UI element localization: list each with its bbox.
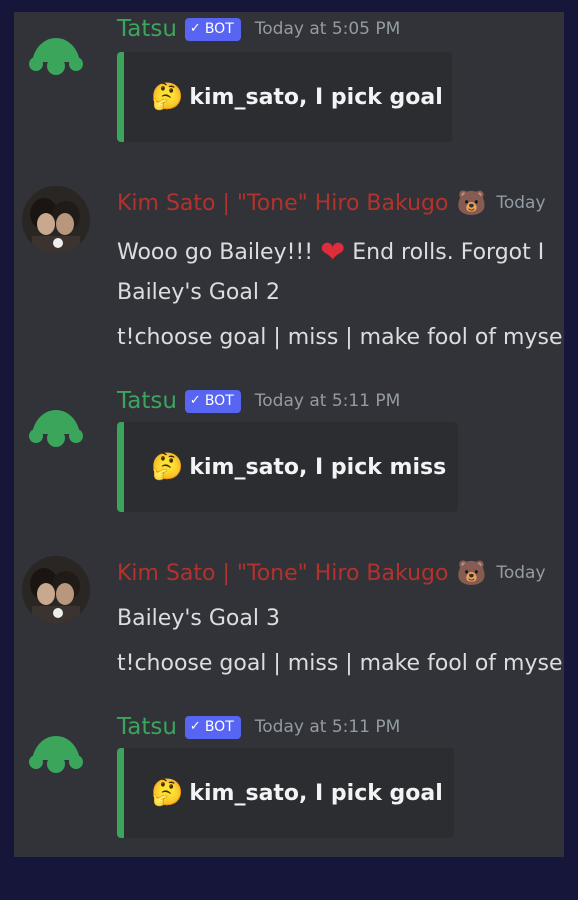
embed-content: 🤔 kim_sato, I pick goal: [151, 52, 443, 142]
bot-badge-label: BOT: [204, 20, 234, 37]
thinking-face-icon: 🤔: [151, 778, 184, 808]
embed: 🤔 kim_sato, I pick miss: [117, 422, 458, 512]
message-header: Tatsu ✓ BOT Today at 5:11 PM: [117, 386, 400, 416]
message-timestamp[interactable]: Today: [496, 193, 545, 213]
embed-content: 🤔 kim_sato, I pick goal: [151, 748, 443, 838]
bot-username[interactable]: Tatsu: [117, 16, 177, 42]
bot-badge: ✓ BOT: [184, 389, 241, 413]
message-line: Bailey's Goal 2: [117, 280, 280, 305]
bot-message: Tatsu ✓ BOT Today at 5:11 PM 🤔 kim_sato, …: [14, 384, 564, 534]
embed-content: 🤔 kim_sato, I pick miss: [151, 422, 446, 512]
message-line: t!choose goal | miss | make fool of myse: [117, 325, 563, 350]
kim-avatar-icon: [22, 556, 90, 624]
message-timestamp[interactable]: Today at 5:11 PM: [255, 717, 401, 737]
verified-check-icon: ✓: [189, 393, 201, 408]
embed-text: kim_sato, I pick miss: [189, 454, 447, 480]
message-header: Tatsu ✓ BOT Today at 5:05 PM: [117, 14, 400, 44]
tatsu-avatar-icon: [22, 716, 90, 784]
bot-badge: ✓ BOT: [184, 715, 241, 739]
user-message: Kim Sato | "Tone" Hiro Bakugo 🐻 Today Ba…: [14, 550, 564, 690]
kim-avatar-icon: [22, 186, 90, 254]
tatsu-avatar-icon: [22, 18, 90, 86]
kim-avatar[interactable]: [22, 556, 90, 624]
bot-message: Tatsu ✓ BOT Today at 5:11 PM 🤔 kim_sato, …: [14, 710, 564, 857]
verified-check-icon: ✓: [189, 719, 201, 734]
message-header: Kim Sato | "Tone" Hiro Bakugo 🐻 Today: [117, 558, 546, 588]
bot-username[interactable]: Tatsu: [117, 714, 177, 740]
tatsu-avatar[interactable]: [22, 716, 90, 784]
tatsu-avatar-icon: [22, 390, 90, 458]
tatsu-avatar[interactable]: [22, 18, 90, 86]
bear-icon: 🐻: [456, 189, 487, 217]
thinking-face-icon: 🤔: [151, 452, 184, 482]
verified-check-icon: ✓: [189, 21, 201, 36]
bot-badge-label: BOT: [204, 392, 234, 409]
message-line: Bailey's Goal 3: [117, 606, 280, 631]
bot-username[interactable]: Tatsu: [117, 388, 177, 414]
embed: 🤔 kim_sato, I pick goal: [117, 748, 454, 838]
bot-message: Tatsu ✓ BOT Today at 5:05 PM 🤔 kim_sato, …: [14, 12, 564, 162]
bot-badge: ✓ BOT: [184, 17, 241, 41]
embed-text: kim_sato, I pick goal: [189, 780, 443, 806]
message-text: Wooo go Bailey!!!: [117, 240, 314, 265]
message-header: Kim Sato | "Tone" Hiro Bakugo 🐻 Today: [117, 188, 546, 218]
tatsu-avatar[interactable]: [22, 390, 90, 458]
embed-text: kim_sato, I pick goal: [189, 84, 443, 110]
message-timestamp[interactable]: Today at 5:11 PM: [255, 391, 401, 411]
message-header: Tatsu ✓ BOT Today at 5:11 PM: [117, 712, 400, 742]
user-username[interactable]: Kim Sato | "Tone" Hiro Bakugo: [117, 561, 448, 586]
message-text: End rolls. Forgot I: [352, 240, 545, 265]
thinking-face-icon: 🤔: [151, 82, 184, 112]
chat-panel: Tatsu ✓ BOT Today at 5:05 PM 🤔 kim_sato, …: [14, 12, 564, 857]
user-message: Kim Sato | "Tone" Hiro Bakugo 🐻 Today Wo…: [14, 180, 564, 360]
message-timestamp[interactable]: Today at 5:05 PM: [255, 19, 401, 39]
embed: 🤔 kim_sato, I pick goal: [117, 52, 452, 142]
user-username[interactable]: Kim Sato | "Tone" Hiro Bakugo: [117, 191, 448, 216]
message-line: Wooo go Bailey!!! ❤ End rolls. Forgot I: [117, 235, 544, 270]
heart-icon: ❤: [320, 235, 346, 270]
message-line: t!choose goal | miss | make fool of myse: [117, 651, 563, 676]
bot-badge-label: BOT: [204, 718, 234, 735]
kim-avatar[interactable]: [22, 186, 90, 254]
bear-icon: 🐻: [456, 559, 487, 587]
message-timestamp[interactable]: Today: [496, 563, 545, 583]
